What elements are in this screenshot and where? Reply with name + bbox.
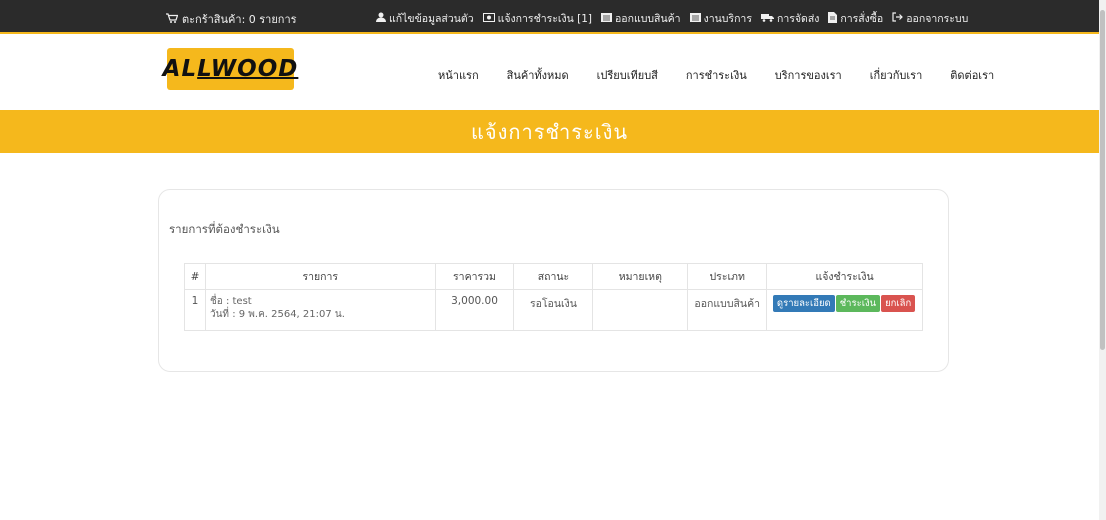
top-link-design[interactable]: ออกแบบสินค้า [600, 10, 681, 27]
row-note [592, 289, 689, 331]
col-header: หมายเหตุ [592, 263, 689, 290]
row-number: 1 [184, 289, 206, 331]
row-actions: ดูรายละเอียด ชำระเงิน ยกเลิก [766, 289, 923, 331]
table-header-row: # รายการ ราคารวม สถานะ หมายเหตุ ประเภท แ… [184, 263, 923, 290]
top-link-label: แก้ไขข้อมูลส่วนตัว [389, 13, 474, 25]
top-link-label: ออกแบบสินค้า [614, 13, 681, 25]
nav-services[interactable]: บริการของเรา [775, 66, 842, 84]
list-icon [689, 12, 701, 25]
page-scrollbar[interactable] [1099, 0, 1106, 520]
top-link-delivery[interactable]: การจัดส่ง [760, 10, 820, 27]
money-icon [482, 12, 495, 25]
top-link-label: ออกจากระบบ [906, 13, 969, 25]
file-icon [828, 11, 838, 26]
top-link-label: แจ้งการชำระเงิน [1] [497, 13, 592, 25]
col-header: ประเภท [687, 263, 768, 290]
nav-home[interactable]: หน้าแรก [438, 66, 479, 84]
top-link-logout[interactable]: ออกจากระบบ [892, 10, 968, 27]
payment-table: # รายการ ราคารวม สถานะ หมายเหตุ ประเภท แ… [184, 263, 923, 331]
panel-title: รายการที่ต้องชำระเงิน [169, 222, 280, 236]
col-header: แจ้งชำระเงิน [766, 263, 923, 290]
logout-icon [892, 12, 904, 25]
truck-icon [760, 13, 774, 25]
row-price: 3,000.00 [434, 289, 515, 331]
top-nav: แก้ไขข้อมูลส่วนตัว แจ้งการชำระเงิน [1] อ… [376, 10, 968, 27]
row-type: ออกแบบสินค้า [687, 289, 768, 331]
top-link-label: งานบริการ [703, 13, 752, 25]
item-date: วันที่ : 9 พ.ค. 2564, 21:07 น. [209, 309, 345, 320]
nav-contact[interactable]: ติดต่อเรา [950, 66, 994, 84]
table-row: 1 ชื่อ : test วันที่ : 9 พ.ค. 2564, 21:0… [184, 289, 923, 331]
nav-payment[interactable]: การชำระเงิน [686, 66, 747, 84]
cancel-button[interactable]: ยกเลิก [881, 295, 916, 312]
view-detail-button[interactable]: ดูรายละเอียด [772, 295, 835, 312]
cart-icon [166, 12, 179, 26]
top-link-profile[interactable]: แก้ไขข้อมูลส่วนตัว [376, 10, 474, 27]
row-status: รอโอนเงิน [513, 289, 594, 331]
col-header: ราคารวม [434, 263, 515, 290]
top-link-label: การจัดส่ง [776, 13, 820, 25]
top-bar: ตะกร้าสินค้า: 0 รายการ แก้ไขข้อมูลส่วนตั… [0, 0, 1099, 34]
item-name: ชื่อ : test [209, 296, 252, 307]
logo-text: ALLWOOD [162, 56, 299, 82]
col-header: รายการ [204, 263, 436, 290]
top-link-payment-notice[interactable]: แจ้งการชำระเงิน [1] [482, 10, 592, 27]
nav-about[interactable]: เกี่ยวกับเรา [870, 66, 923, 84]
top-link-orders[interactable]: การสั่งซื้อ [828, 10, 883, 27]
cart-link[interactable]: ตะกร้าสินค้า: 0 รายการ [166, 10, 297, 28]
allwood-logo[interactable]: ALLWOOD [163, 48, 297, 90]
top-link-service[interactable]: งานบริการ [689, 10, 752, 27]
row-item: ชื่อ : test วันที่ : 9 พ.ค. 2564, 21:07 … [204, 289, 436, 331]
list-icon [600, 12, 612, 25]
main-nav: หน้าแรก สินค้าทั้งหมด เปรียบเทียบสี การช… [438, 66, 1022, 84]
user-icon [376, 12, 386, 25]
cart-label: ตะกร้าสินค้า: 0 รายการ [182, 13, 297, 26]
nav-all-products[interactable]: สินค้าทั้งหมด [507, 66, 569, 84]
col-header: สถานะ [513, 263, 594, 290]
page-banner: แจ้งการชำระเงิน [0, 110, 1099, 153]
top-link-label: การสั่งซื้อ [840, 13, 884, 25]
scrollbar-thumb[interactable] [1100, 10, 1105, 350]
col-header: # [184, 263, 206, 290]
nav-compare-colors[interactable]: เปรียบเทียบสี [597, 66, 658, 84]
page-title: แจ้งการชำระเงิน [470, 119, 629, 144]
pay-button[interactable]: ชำระเงิน [835, 295, 881, 312]
